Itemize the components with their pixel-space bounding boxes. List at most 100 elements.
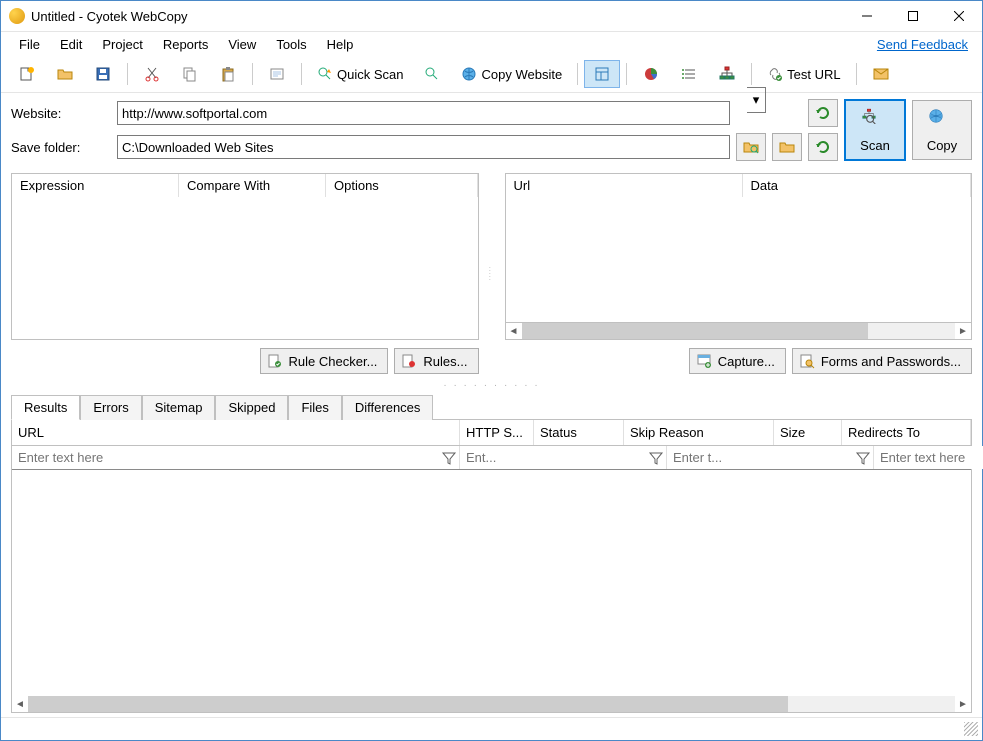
globe-icon	[928, 108, 956, 136]
rules-col-expression[interactable]: Expression	[12, 174, 179, 197]
copy-icon	[182, 66, 198, 82]
splitter-horizontal[interactable]: · · · · · · · · · ·	[1, 380, 982, 390]
col-http-status[interactable]: HTTP S...	[460, 420, 534, 445]
open-folder-icon	[779, 139, 795, 155]
data-panel: Url Data ◄ ► Capture... Forms and Passwo…	[505, 173, 973, 374]
browse-folder-button[interactable]	[736, 133, 766, 161]
col-skip-reason[interactable]: Skip Reason	[624, 420, 774, 445]
col-status[interactable]: Status	[534, 420, 624, 445]
capture-button[interactable]: Capture...	[689, 348, 786, 374]
scroll-right-icon[interactable]: ►	[955, 696, 971, 712]
menu-edit[interactable]: Edit	[50, 32, 92, 56]
website-input[interactable]	[117, 101, 730, 125]
tab-sitemap[interactable]: Sitemap	[142, 395, 216, 420]
menu-tools[interactable]: Tools	[266, 32, 316, 56]
menu-help[interactable]: Help	[317, 32, 364, 56]
filter-url[interactable]	[12, 446, 441, 469]
menu-reports[interactable]: Reports	[153, 32, 219, 56]
copy-big-button[interactable]: Copy	[912, 100, 972, 160]
maximize-button[interactable]	[890, 1, 936, 31]
filter-skip[interactable]	[874, 446, 983, 469]
filter-icon[interactable]	[855, 450, 871, 466]
data-hscroll[interactable]: ◄ ►	[505, 323, 973, 340]
data-grid[interactable]: Url Data	[505, 173, 973, 323]
status-bar	[1, 717, 982, 740]
save-button[interactable]	[85, 60, 121, 88]
tab-skipped[interactable]: Skipped	[215, 395, 288, 420]
folder-input[interactable]	[117, 135, 730, 159]
cut-icon	[144, 66, 160, 82]
menu-project[interactable]: Project	[92, 32, 152, 56]
splitter-vertical[interactable]: ·····	[489, 173, 495, 374]
app-icon	[9, 8, 25, 24]
filter-http[interactable]	[460, 446, 648, 469]
scroll-left-icon[interactable]: ◄	[506, 323, 522, 339]
copy-button[interactable]	[172, 60, 208, 88]
filter-icon[interactable]	[441, 450, 457, 466]
scroll-right-icon[interactable]: ►	[955, 323, 971, 339]
tree-icon	[719, 66, 735, 82]
results-grid: URL HTTP S... Status Skip Reason Size Re…	[11, 419, 972, 713]
new-icon	[19, 66, 35, 82]
close-button[interactable]	[936, 1, 982, 31]
rules-col-options[interactable]: Options	[326, 174, 478, 197]
data-col-data[interactable]: Data	[743, 174, 972, 197]
rules-panel: Expression Compare With Options Rule Che…	[11, 173, 479, 374]
pie-view-button[interactable]	[633, 60, 669, 88]
website-label: Website:	[11, 106, 111, 121]
tab-results[interactable]: Results	[11, 395, 80, 420]
col-url[interactable]: URL	[12, 420, 460, 445]
data-col-url[interactable]: Url	[506, 174, 743, 197]
rule-checker-button[interactable]: Rule Checker...	[260, 348, 389, 374]
website-dropdown-button[interactable]: ▾	[747, 87, 766, 113]
rule-checker-icon	[267, 353, 283, 369]
new-project-button[interactable]	[9, 60, 45, 88]
scan-button[interactable]: Scan	[844, 99, 906, 161]
menu-view[interactable]: View	[218, 32, 266, 56]
results-body[interactable]	[12, 470, 971, 696]
resize-grip[interactable]	[964, 722, 978, 736]
quick-scan-button[interactable]: Quick Scan	[308, 60, 412, 88]
tab-files[interactable]: Files	[288, 395, 341, 420]
paste-button[interactable]	[210, 60, 246, 88]
rules-icon	[401, 353, 417, 369]
result-tabs: Results Errors Sitemap Skipped Files Dif…	[1, 394, 982, 419]
website-go-button[interactable]	[808, 99, 838, 127]
scan-dropdown-button[interactable]	[414, 60, 450, 88]
scroll-left-icon[interactable]: ◄	[12, 696, 28, 712]
tab-errors[interactable]: Errors	[80, 395, 141, 420]
col-redirects[interactable]: Redirects To	[842, 420, 971, 445]
menu-file[interactable]: File	[9, 32, 50, 56]
open-button[interactable]	[47, 60, 83, 88]
globe-copy-icon	[461, 66, 477, 82]
menu-bar: File Edit Project Reports View Tools Hel…	[1, 32, 982, 56]
results-hscroll[interactable]: ◄ ►	[12, 696, 971, 712]
test-url-button[interactable]: Test URL	[758, 60, 849, 88]
save-icon	[95, 66, 111, 82]
view-mode-button[interactable]	[584, 60, 620, 88]
filter-icon[interactable]	[648, 450, 664, 466]
folder-search-icon	[743, 139, 759, 155]
rules-col-compare[interactable]: Compare With	[179, 174, 326, 197]
send-feedback-link[interactable]: Send Feedback	[877, 37, 974, 52]
capture-icon	[696, 353, 712, 369]
piechart-icon	[643, 66, 659, 82]
folder-label: Save folder:	[11, 140, 111, 155]
title-bar: Untitled - Cyotek WebCopy	[1, 1, 982, 32]
rules-button[interactable]: Rules...	[394, 348, 478, 374]
filter-status[interactable]	[667, 446, 855, 469]
mail-button[interactable]	[863, 60, 899, 88]
cut-button[interactable]	[134, 60, 170, 88]
folder-refresh-button[interactable]	[808, 133, 838, 161]
sitemap-view-button[interactable]	[709, 60, 745, 88]
tab-differences[interactable]: Differences	[342, 395, 434, 420]
settings-icon	[269, 66, 285, 82]
open-folder-button[interactable]	[772, 133, 802, 161]
list-view-button[interactable]	[671, 60, 707, 88]
minimize-button[interactable]	[844, 1, 890, 31]
rules-grid[interactable]: Expression Compare With Options	[11, 173, 479, 340]
settings-button[interactable]	[259, 60, 295, 88]
forms-passwords-button[interactable]: Forms and Passwords...	[792, 348, 972, 374]
col-size[interactable]: Size	[774, 420, 842, 445]
copy-website-button[interactable]: Copy Website	[452, 60, 571, 88]
